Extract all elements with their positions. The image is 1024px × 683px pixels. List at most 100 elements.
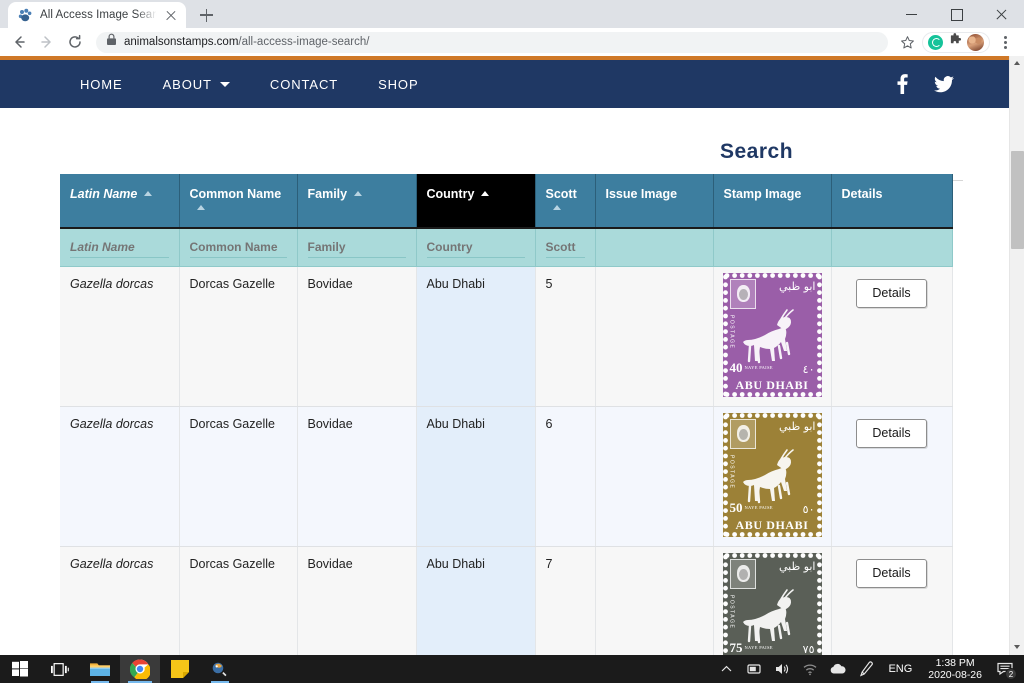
scroll-down-arrow-icon[interactable] — [1010, 640, 1024, 655]
task-view-icon[interactable] — [40, 655, 80, 683]
show-hidden-icons-chevron[interactable] — [712, 655, 740, 683]
tray-time: 1:38 PM — [935, 656, 975, 669]
details-button[interactable]: Details — [856, 278, 927, 308]
twitter-icon[interactable] — [934, 75, 954, 93]
notifications-icon[interactable]: 2 — [990, 655, 1020, 683]
stamp-country-text: ABU DHABI — [735, 517, 809, 532]
toolbar-icons — [896, 31, 1018, 53]
cell-stamp-image[interactable]: ابو ظبي POSTAGE 50 NAYE PAISE ٥٠ ABU DHABI — [713, 406, 832, 547]
web-page: Search HOME ABOUT CONTACT SHOP Latin Nam… — [0, 56, 1009, 655]
column-header-country[interactable]: Country — [416, 174, 536, 229]
column-header-common-name[interactable]: Common Name — [179, 174, 298, 229]
tray-language[interactable]: ENG — [880, 663, 920, 675]
social-links — [897, 74, 954, 94]
gazelle-illustration — [735, 585, 811, 645]
filter-cell-scott[interactable] — [535, 228, 596, 267]
filter-input-common-name[interactable] — [189, 240, 287, 259]
new-tab-button[interactable] — [192, 2, 220, 28]
wifi-icon[interactable] — [796, 655, 824, 683]
column-header-stamp-image[interactable]: Stamp Image — [713, 174, 832, 229]
cell-stamp-image[interactable]: ابو ظبي POSTAGE 40 NAYE PAISE ٤٠ ABU DHABI — [713, 266, 832, 407]
scroll-up-arrow-icon[interactable] — [1010, 56, 1024, 71]
nav-item-home[interactable]: HOME — [60, 77, 143, 92]
facebook-icon[interactable] — [897, 74, 908, 94]
minimize-icon[interactable] — [889, 0, 934, 28]
sticky-notes-icon[interactable] — [160, 655, 200, 683]
column-header-family[interactable]: Family — [297, 174, 417, 229]
filter-cell-common-name[interactable] — [179, 228, 298, 267]
nav-item-about[interactable]: ABOUT — [143, 77, 250, 92]
details-button[interactable]: Details — [856, 558, 927, 588]
column-header-scott[interactable]: Scott — [535, 174, 596, 229]
stamp-arabic-title: ابو ظبي — [778, 419, 816, 433]
filter-input-latin-name[interactable] — [70, 240, 169, 259]
page-scrollbar[interactable] — [1009, 56, 1024, 655]
stamp-image[interactable]: ابو ظبيPOSTAGE75NAYE PAISE٧٥ABU DHABI — [722, 552, 822, 655]
sort-ascending-icon — [196, 205, 205, 210]
notification-badge: 2 — [1005, 668, 1017, 680]
filter-input-country[interactable] — [426, 240, 525, 259]
sort-ascending-icon — [144, 191, 153, 196]
stamp-image[interactable]: ابو ظبي POSTAGE 50 NAYE PAISE ٥٠ ABU DHABI — [722, 412, 822, 537]
stamp-denomination: 75 NAYE PAISE — [729, 639, 773, 655]
column-header-issue-image[interactable]: Issue Image — [595, 174, 714, 229]
table-head: Latin Name Common Name Family Country Sc… — [60, 174, 953, 267]
search-heading: Search — [720, 140, 794, 163]
filter-cell-country[interactable] — [416, 228, 536, 267]
onedrive-cloud-icon[interactable] — [824, 655, 852, 683]
filter-cell-stamp-image — [713, 228, 832, 267]
cell-latin-name: Gazella dorcas — [60, 266, 180, 407]
filter-cell-family[interactable] — [297, 228, 417, 267]
nav-item-shop[interactable]: SHOP — [358, 77, 438, 92]
nav-item-label: SHOP — [378, 76, 419, 92]
column-header-latin-name[interactable]: Latin Name — [60, 174, 180, 229]
stamp-denomination-arabic: ٤٠ — [802, 362, 815, 376]
pen-icon[interactable] — [852, 655, 880, 683]
sort-ascending-icon — [481, 191, 490, 196]
column-label: Issue Image — [605, 187, 678, 201]
volume-icon[interactable] — [768, 655, 796, 683]
kebab-menu-icon[interactable] — [994, 31, 1016, 53]
details-button[interactable]: Details — [856, 418, 927, 448]
address-bar[interactable]: animalsonstamps.com/all-access-image-sea… — [96, 31, 888, 53]
column-header-details[interactable]: Details — [831, 174, 953, 229]
browser-window: All Access Image Search | Animal — [0, 0, 1024, 655]
gazelle-illustration — [735, 445, 811, 505]
puzzle-extensions-icon[interactable] — [948, 32, 962, 52]
stamp-country-text: ABU DHABI — [735, 377, 809, 392]
chrome-icon[interactable] — [120, 655, 160, 683]
file-explorer-icon[interactable] — [80, 655, 120, 683]
nav-item-label: ABOUT — [162, 76, 212, 92]
cell-common-name: Dorcas Gazelle — [179, 406, 298, 547]
tab-close-icon[interactable] — [164, 8, 178, 22]
cell-family: Bovidae — [297, 546, 417, 655]
reload-icon[interactable] — [62, 29, 88, 55]
back-arrow-icon[interactable] — [6, 29, 32, 55]
filter-input-scott[interactable] — [545, 240, 585, 259]
url-domain: animalsonstamps.com — [124, 36, 239, 48]
sort-ascending-icon — [354, 191, 363, 196]
browser-tab[interactable]: All Access Image Search | Animal — [8, 2, 186, 28]
app-icon[interactable] — [200, 655, 240, 683]
tray-clock[interactable]: 1:38 PM 2020-08-26 — [920, 655, 990, 683]
profile-avatar-icon[interactable] — [967, 33, 984, 51]
filter-cell-issue-image — [595, 228, 714, 267]
maximize-icon[interactable] — [934, 0, 979, 28]
close-icon[interactable] — [979, 0, 1024, 28]
nav-item-contact[interactable]: CONTACT — [250, 77, 358, 92]
filter-cell-latin-name[interactable] — [60, 228, 180, 267]
scrollbar-thumb[interactable] — [1011, 151, 1024, 249]
stamp-denomination-arabic: ٥٠ — [802, 502, 815, 516]
stamp-denomination: 40 NAYE PAISE — [729, 359, 773, 375]
address-bar-url: animalsonstamps.com/all-access-image-sea… — [124, 36, 369, 48]
windows-start-icon[interactable] — [0, 655, 40, 683]
hardware-icon[interactable] — [740, 655, 768, 683]
paw-favicon — [18, 8, 33, 23]
cell-stamp-image[interactable]: ابو ظبيPOSTAGE75NAYE PAISE٧٥ABU DHABI — [713, 546, 832, 655]
star-icon[interactable] — [896, 31, 918, 53]
grammarly-extension-icon[interactable] — [928, 34, 943, 50]
filter-input-family[interactable] — [307, 240, 406, 259]
stamp-image[interactable]: ابو ظبي POSTAGE 40 NAYE PAISE ٤٠ ABU DHABI — [722, 272, 822, 397]
forward-arrow-icon[interactable] — [34, 29, 60, 55]
tab-title: All Access Image Search | Animal — [40, 9, 157, 21]
